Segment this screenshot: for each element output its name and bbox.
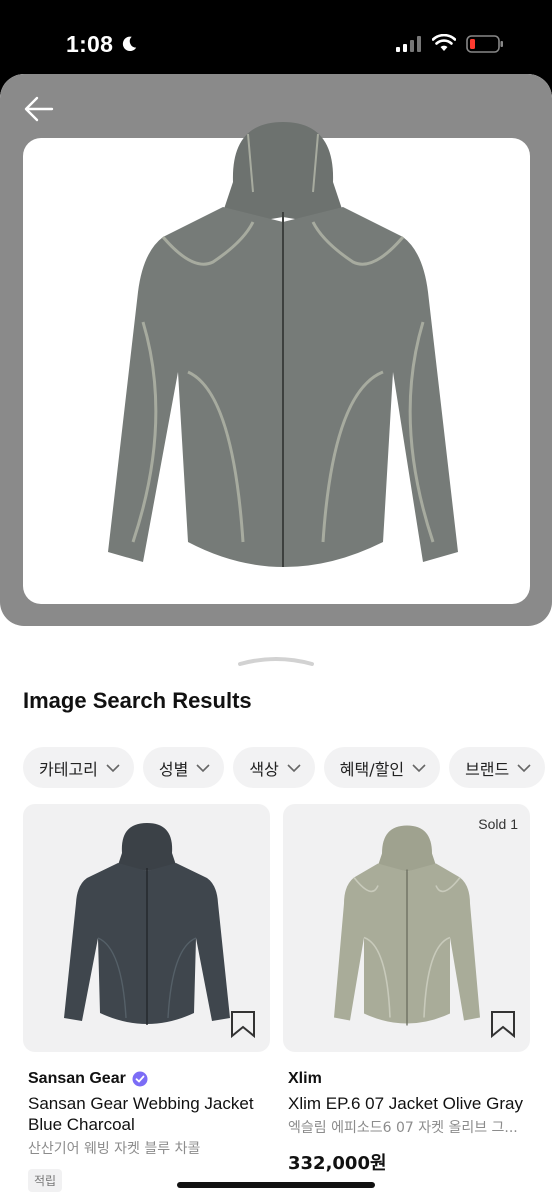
filter-brand-label: 브랜드 (465, 759, 510, 779)
filter-brand-chip[interactable]: 브랜드 (449, 747, 546, 788)
filter-chips: 카테고리 성별 색상 혜택/할인 브랜드 (23, 747, 546, 789)
product-card[interactable]: Sold 1 Xlim Xlim EP.6 07 Jacket Olive Gr… (283, 804, 530, 1175)
filter-color-chip[interactable]: 색상 (233, 747, 315, 788)
chevron-down-icon (196, 763, 210, 772)
back-button[interactable] (22, 92, 56, 126)
product-name: Xlim EP.6 07 Jacket Olive Gray (288, 1094, 523, 1113)
brand-row: Xlim (283, 1070, 530, 1088)
bookmark-icon[interactable] (490, 1010, 516, 1038)
product-card[interactable]: Sansan Gear Sansan Gear Webbing Jacket B… (23, 804, 270, 1192)
filter-gender-label: 성별 (158, 759, 189, 779)
status-bar: 1:08 (0, 0, 552, 78)
filter-category-chip[interactable]: 카테고리 (23, 747, 134, 788)
signal-icon (396, 36, 421, 52)
search-results-sheet: Image Search Results 카테고리 성별 색상 혜택/할인 브랜… (0, 74, 552, 1200)
filter-benefit-chip[interactable]: 혜택/할인 (323, 747, 441, 788)
product-jacket-image (63, 823, 230, 1025)
chevron-down-icon (287, 763, 301, 772)
status-time: 1:08 (66, 31, 114, 57)
product-name: Sansan Gear Webbing Jacket Blue Charcoal (28, 1094, 254, 1134)
product-jacket-image (333, 825, 480, 1026)
battery-low-icon (466, 35, 503, 53)
chevron-down-icon (106, 763, 120, 772)
sold-count-badge: Sold 1 (478, 816, 518, 832)
product-image[interactable]: Sold 1 (283, 804, 530, 1052)
chevron-down-icon (412, 763, 426, 772)
filter-benefit-label: 혜택/할인 (339, 759, 405, 779)
verified-badge-icon (132, 1071, 148, 1087)
chevron-down-icon (517, 763, 531, 772)
brand-row: Sansan Gear (23, 1070, 270, 1088)
brand-name[interactable]: Xlim (288, 1070, 322, 1088)
search-image-frame[interactable] (23, 122, 530, 604)
product-image[interactable] (23, 804, 270, 1052)
moon-icon (122, 36, 137, 52)
product-subtitle: 엑슬림 에피소드6 07 자켓 올리브 그... (288, 1120, 518, 1136)
filter-category-label: 카테고리 (39, 759, 98, 779)
sheet-drag-handle[interactable] (238, 656, 314, 666)
home-indicator[interactable] (177, 1182, 375, 1188)
image-preview-area (0, 74, 552, 626)
product-subtitle: 산산기어 웨빙 자켓 블루 차콜 (28, 1141, 201, 1157)
arrow-left-icon (24, 96, 54, 122)
wifi-icon (432, 34, 456, 51)
filter-gender-chip[interactable]: 성별 (142, 747, 225, 788)
reward-tag: 적립 (28, 1169, 63, 1192)
bookmark-icon[interactable] (230, 1010, 256, 1038)
brand-name[interactable]: Sansan Gear (28, 1070, 126, 1088)
results-title: Image Search Results (23, 688, 252, 713)
product-price: 332,000원 (288, 1153, 387, 1174)
filter-color-label: 색상 (249, 759, 279, 779)
search-image-jacket (108, 122, 458, 567)
